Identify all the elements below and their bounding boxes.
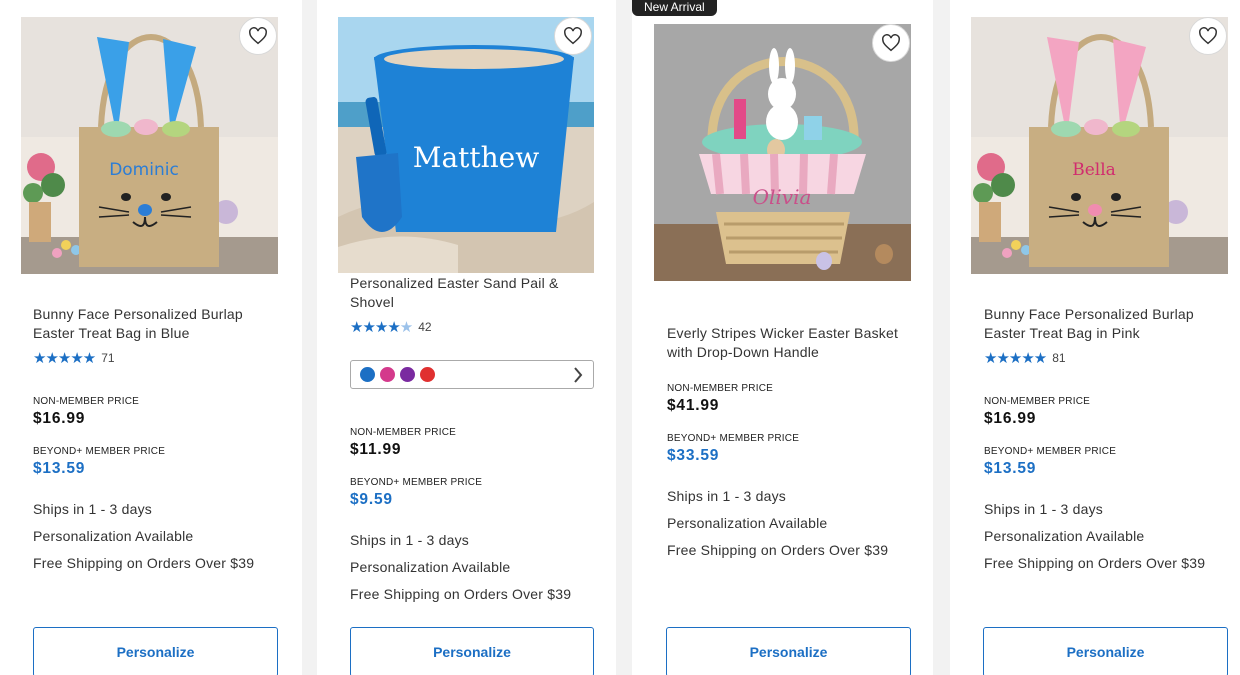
product-image[interactable]: Dominic xyxy=(21,17,278,274)
star-rating-icons: ★★★★★ xyxy=(984,350,1047,367)
personalization-note: Personalization Available xyxy=(667,515,828,531)
non-member-price-label: NON-MEMBER PRICE xyxy=(350,427,456,438)
shipping-time: Ships in 1 - 3 days xyxy=(350,532,469,548)
product-title[interactable]: Everly Stripes Wicker Easter Basket with… xyxy=(667,324,912,362)
shipping-time: Ships in 1 - 3 days xyxy=(33,501,152,517)
favorite-button[interactable] xyxy=(1189,17,1227,55)
non-member-price-label: NON-MEMBER PRICE xyxy=(33,396,139,407)
favorite-button[interactable] xyxy=(239,17,277,55)
star-rating-icons: ★★★★★ xyxy=(33,350,96,367)
member-price-label: BEYOND+ MEMBER PRICE xyxy=(33,446,166,457)
member-price-label: BEYOND+ MEMBER PRICE xyxy=(667,433,800,444)
heart-icon xyxy=(249,27,267,45)
color-swatch-selector[interactable] xyxy=(350,360,594,389)
product-rating[interactable]: ★★★★★ 71 xyxy=(33,349,115,367)
star-rating-icons: ★★★★★ xyxy=(350,319,413,336)
sand-pail-image: Matthew xyxy=(338,17,594,273)
member-price-label: BEYOND+ MEMBER PRICE xyxy=(984,446,1117,457)
member-price-label: BEYOND+ MEMBER PRICE xyxy=(350,477,483,488)
svg-text:Bella: Bella xyxy=(1072,160,1116,180)
non-member-price: $41.99 xyxy=(667,397,720,414)
personalize-button[interactable]: Personalize xyxy=(350,627,594,675)
member-price: $13.59 xyxy=(984,460,1037,477)
non-member-price: $16.99 xyxy=(33,410,86,427)
wicker-basket-image: Olivia xyxy=(654,24,911,281)
heart-icon xyxy=(882,34,900,52)
product-image[interactable]: Matthew xyxy=(338,17,594,273)
swatch-red[interactable] xyxy=(420,367,435,382)
swatch-blue[interactable] xyxy=(360,367,375,382)
shipping-time: Ships in 1 - 3 days xyxy=(984,501,1103,517)
new-arrival-badge: New Arrival xyxy=(632,0,717,16)
non-member-price-label: NON-MEMBER PRICE xyxy=(667,383,773,394)
personalize-button[interactable]: Personalize xyxy=(983,627,1228,675)
favorite-button[interactable] xyxy=(554,17,592,55)
product-rating[interactable]: ★★★★★ 81 xyxy=(984,349,1066,367)
swatch-pink[interactable] xyxy=(380,367,395,382)
non-member-price-label: NON-MEMBER PRICE xyxy=(984,396,1090,407)
burlap-bag-blue-image: Dominic xyxy=(21,17,278,274)
rating-count: 81 xyxy=(1052,351,1066,365)
svg-text:Olivia: Olivia xyxy=(753,185,812,209)
rating-count: 42 xyxy=(418,320,432,334)
product-card: New Arrival Olivia Everly Stripes Wicker… xyxy=(632,0,933,675)
personalization-note: Personalization Available xyxy=(350,559,511,575)
product-rating[interactable]: ★★★★★ 42 xyxy=(350,318,432,336)
product-card: Dominic Bunny Face Personalized Burlap E… xyxy=(0,0,302,675)
heart-icon xyxy=(564,27,582,45)
free-shipping-note: Free Shipping on Orders Over $39 xyxy=(984,555,1206,571)
product-image[interactable]: Olivia xyxy=(654,24,911,281)
svg-text:Dominic: Dominic xyxy=(109,160,179,180)
free-shipping-note: Free Shipping on Orders Over $39 xyxy=(350,586,572,602)
product-title[interactable]: Bunny Face Personalized Burlap Easter Tr… xyxy=(33,305,273,343)
non-member-price: $16.99 xyxy=(984,410,1037,427)
burlap-bag-pink-image: Bella xyxy=(971,17,1228,274)
personalization-note: Personalization Available xyxy=(33,528,194,544)
product-title[interactable]: Bunny Face Personalized Burlap Easter Tr… xyxy=(984,305,1224,343)
swatch-purple[interactable] xyxy=(400,367,415,382)
product-card: Matthew Personalized Easter Sand Pail & … xyxy=(317,0,616,675)
product-title[interactable]: Personalized Easter Sand Pail & Shovel xyxy=(350,274,580,312)
member-price: $13.59 xyxy=(33,460,86,477)
favorite-button[interactable] xyxy=(872,24,910,62)
product-image[interactable]: Bella xyxy=(971,17,1228,274)
personalization-note: Personalization Available xyxy=(984,528,1145,544)
shipping-time: Ships in 1 - 3 days xyxy=(667,488,786,504)
heart-icon xyxy=(1199,27,1217,45)
personalize-button[interactable]: Personalize xyxy=(33,627,278,675)
member-price: $9.59 xyxy=(350,491,393,508)
svg-text:Matthew: Matthew xyxy=(413,141,539,174)
product-card: Bella Bunny Face Personalized Burlap Eas… xyxy=(950,0,1240,675)
free-shipping-note: Free Shipping on Orders Over $39 xyxy=(33,555,255,571)
non-member-price: $11.99 xyxy=(350,441,402,458)
member-price: $33.59 xyxy=(667,447,720,464)
personalize-button[interactable]: Personalize xyxy=(666,627,911,675)
free-shipping-note: Free Shipping on Orders Over $39 xyxy=(667,542,889,558)
rating-count: 71 xyxy=(101,351,115,365)
chevron-right-icon[interactable] xyxy=(573,366,583,384)
